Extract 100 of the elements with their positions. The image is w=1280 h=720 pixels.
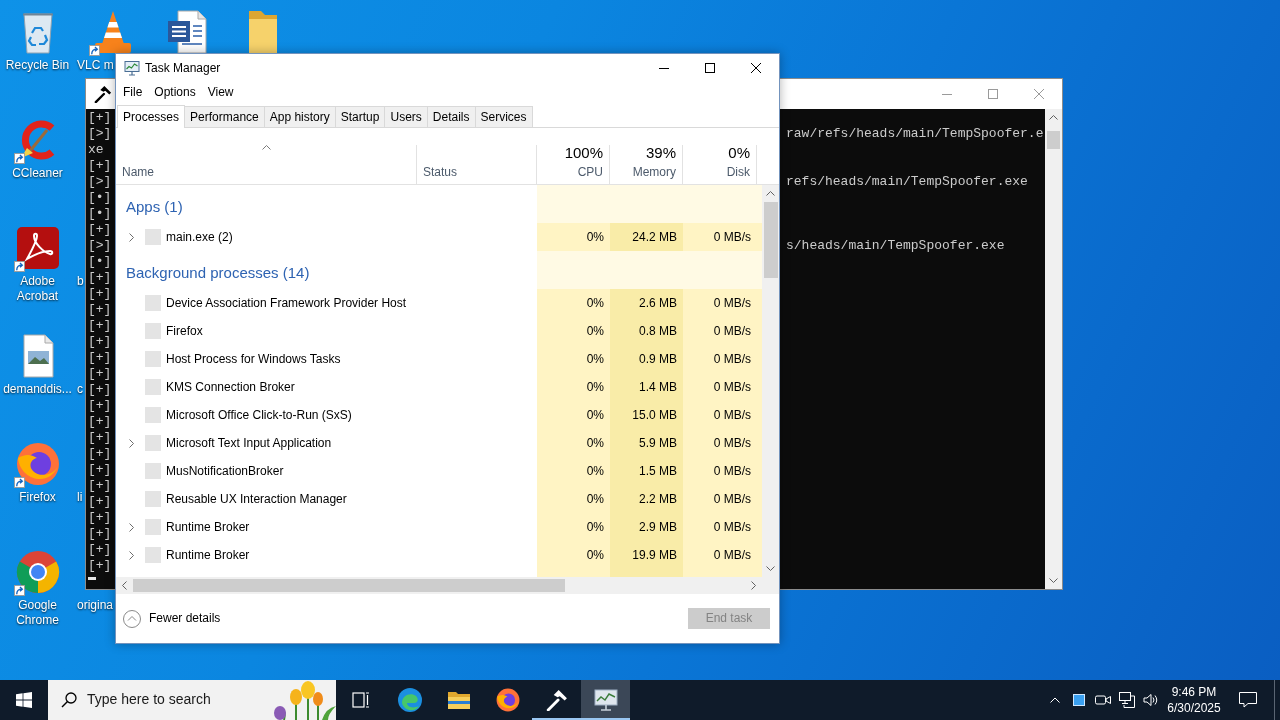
speaker-icon[interactable] [1143, 693, 1159, 707]
close-icon[interactable] [751, 63, 761, 73]
tab[interactable]: Processes [117, 105, 186, 128]
process-name: KMS Connection Broker [166, 379, 295, 395]
search-box[interactable]: Type here to search [48, 680, 336, 720]
menu-item[interactable]: File [117, 82, 149, 102]
process-name: Runtime Broker [166, 547, 250, 563]
console-text: [•] [88, 190, 112, 206]
console-text: [+] [88, 366, 112, 382]
clock-time[interactable]: 9:46 PM [1171, 684, 1217, 700]
menu-item[interactable]: Options [148, 82, 202, 102]
chevron-right-icon[interactable] [129, 232, 134, 242]
tab[interactable]: Details [426, 106, 476, 127]
console-text: [+] [88, 510, 112, 526]
scroll-thumb[interactable] [1047, 131, 1060, 149]
maximize-icon[interactable] [705, 63, 715, 73]
monitor-graph-icon [593, 689, 618, 711]
tab[interactable]: Startup [334, 106, 386, 127]
console-text: [+] [88, 526, 112, 542]
console-text: [>] [88, 126, 112, 142]
chevron-right-icon[interactable] [129, 550, 134, 560]
placeholder-icon [145, 229, 161, 245]
document-icon[interactable] [165, 10, 210, 54]
console-text: [>] [88, 174, 112, 190]
console-text: [+] [88, 542, 112, 558]
console-text: [+] [88, 270, 112, 286]
column-header[interactable]: Disk [726, 164, 750, 180]
process-name: Runtime Broker [166, 519, 250, 535]
chevron-right-icon[interactable] [129, 522, 134, 532]
sort-caret-icon[interactable] [261, 145, 271, 150]
vertical-scrollbar[interactable] [762, 185, 779, 577]
process-name: Microsoft Text Input Application [166, 435, 332, 451]
chevron-down-icon[interactable] [766, 566, 775, 571]
monitor-graph-icon [124, 60, 140, 76]
console-text: [+] [88, 334, 112, 350]
placeholder-icon [145, 519, 161, 535]
scroll-thumb[interactable] [763, 202, 778, 278]
taskbar-button[interactable] [581, 680, 630, 720]
column-header[interactable]: Memory [632, 164, 676, 180]
chevron-right-icon[interactable] [129, 438, 134, 448]
console-text: [+] [88, 382, 112, 398]
tab[interactable]: App history [263, 106, 336, 127]
vertical-scrollbar[interactable] [1045, 109, 1062, 589]
icon-label: Firefox [19, 490, 56, 505]
process-name: Microsoft Office Click-to-Run (SxS) [166, 407, 352, 423]
chevron-down-icon[interactable] [1049, 578, 1058, 583]
fewer-details-button[interactable]: Fewer details [123, 609, 221, 628]
icon-label: Google Chrome [15, 598, 60, 628]
process-name: main.exe (2) [166, 229, 233, 245]
tab[interactable]: Services [474, 106, 533, 127]
window-title: Task Manager [145, 60, 221, 76]
process-name: MusNotificationBroker [166, 463, 284, 479]
network-icon[interactable] [1119, 692, 1135, 708]
cursor-icon [88, 577, 96, 580]
chevron-circle-icon[interactable] [123, 609, 141, 628]
column-usage: 39% [645, 145, 676, 161]
column-header[interactable]: CPU [577, 164, 603, 180]
console-text: [+] [88, 494, 112, 510]
search-icon [61, 692, 77, 708]
console-text: [+] [88, 158, 112, 174]
chevron-right-icon[interactable] [751, 581, 756, 590]
icon-label: c [77, 382, 83, 397]
process-name: Host Process for Windows Tasks [166, 351, 341, 367]
console-text: [+] [88, 478, 112, 494]
console-text: [+] [88, 318, 112, 334]
icon-label: b [77, 274, 84, 289]
chevron-left-icon[interactable] [122, 581, 127, 590]
console-text: s/heads/main/TempSpoofer.exe [786, 238, 1005, 254]
console-text: [+] [88, 398, 112, 414]
console-text: [+] [88, 462, 112, 478]
column-header[interactable]: Name [122, 164, 410, 180]
menu-item[interactable]: View [201, 82, 240, 102]
console-text: [+] [88, 302, 112, 318]
console-text: [+] [88, 430, 112, 446]
video-camera-icon[interactable] [1095, 693, 1111, 707]
browser-icon [495, 688, 520, 712]
pdf-icon[interactable] [15, 226, 60, 270]
icon-label: li [77, 490, 83, 505]
search-input[interactable]: Type here to search [87, 691, 227, 709]
icon-label: VLC m [77, 58, 114, 73]
column-usage: 0% [728, 145, 750, 161]
scroll-thumb[interactable] [133, 579, 565, 592]
icon-label: demanddis... [3, 382, 72, 397]
folder-icon [446, 690, 471, 710]
process-name: Device Association Framework Provider Host [166, 295, 407, 311]
column-header[interactable]: Status [423, 164, 530, 180]
tab[interactable]: Users [384, 106, 428, 127]
placeholder-icon [145, 491, 161, 507]
placeholder-icon [145, 547, 161, 563]
console-text: [+] [88, 286, 112, 302]
hammer-icon [94, 85, 112, 103]
minimize-icon[interactable] [659, 67, 669, 69]
console-text: [+] [88, 414, 112, 430]
browser-icon[interactable] [15, 442, 60, 486]
clock-date[interactable]: 6/30/2025 [1167, 700, 1221, 716]
console-text: [•] [88, 254, 112, 270]
browser-icon[interactable] [15, 550, 60, 594]
column-usage: 100% [564, 145, 603, 161]
tab[interactable]: Performance [184, 106, 265, 127]
console-text: [+] [88, 222, 112, 238]
